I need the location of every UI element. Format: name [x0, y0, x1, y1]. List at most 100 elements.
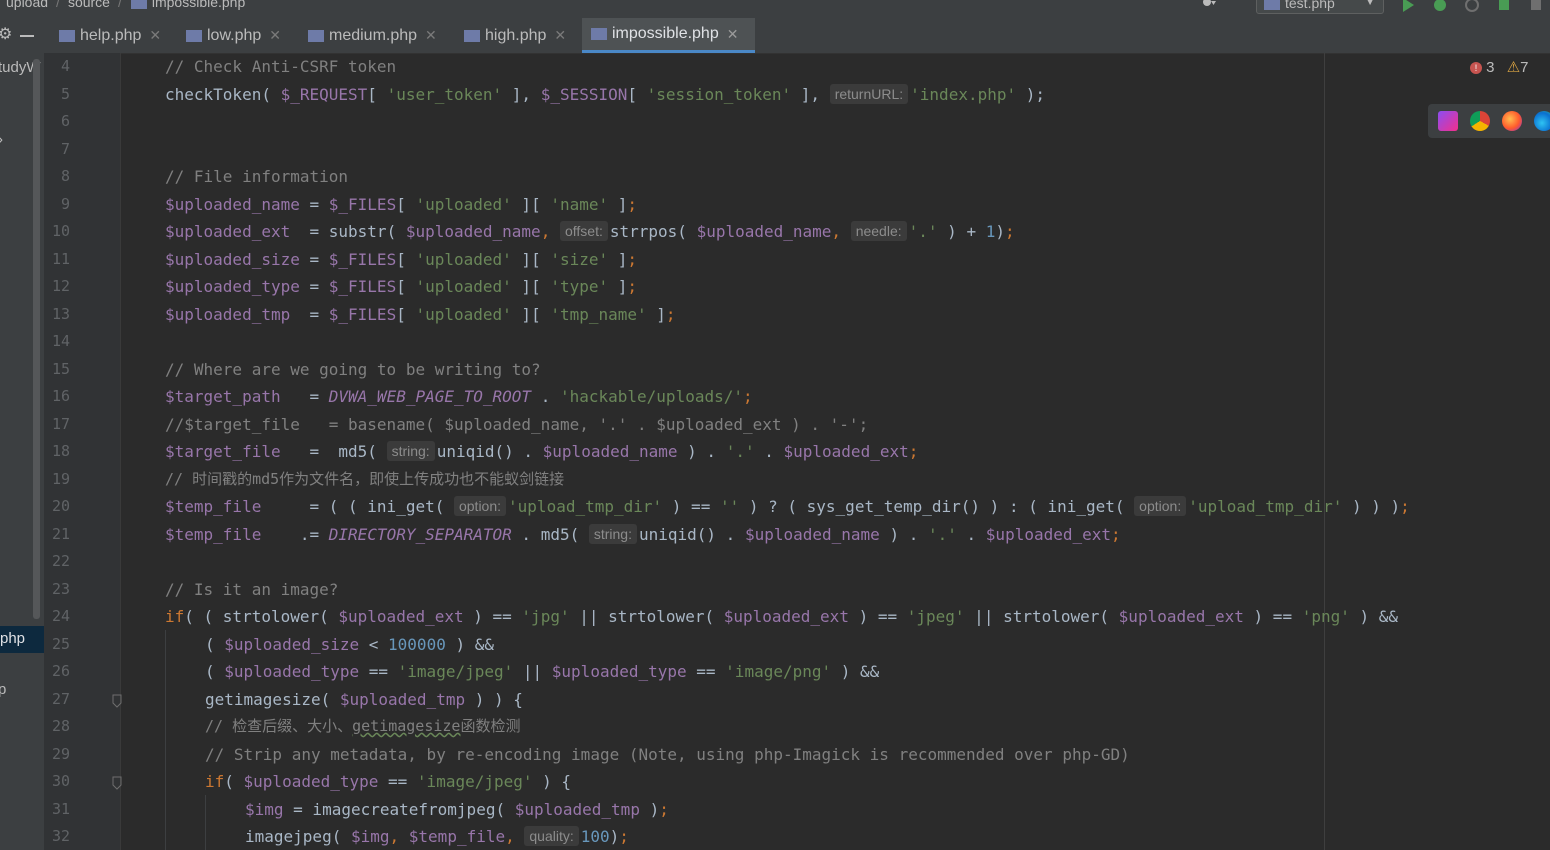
- code-token: $uploaded_name: [165, 194, 300, 214]
- profile-icon[interactable]: [1496, 0, 1512, 13]
- code-token: $uploaded_ext: [723, 607, 849, 626]
- code-token: $uploaded_size: [165, 249, 300, 269]
- chrome-icon[interactable]: [1470, 111, 1490, 131]
- code-token: ;: [1111, 524, 1121, 544]
- code-token: = imagecreatefromjpeg(: [283, 799, 515, 819]
- code-token: ==: [378, 772, 417, 791]
- code-token: ;: [627, 277, 638, 296]
- code-line-24: if( ( strtolower( $uploaded_ext ) == 'jp…: [165, 603, 1398, 630]
- code-token: $uploaded_name: [405, 222, 541, 241]
- code-line-26: ( $uploaded_type == 'image/jpeg' || $upl…: [205, 658, 879, 685]
- code-token: .: [956, 524, 986, 544]
- php-file-icon: [186, 29, 202, 42]
- code-token: $uploaded_tmp: [514, 799, 640, 819]
- php-file-icon: [464, 29, 480, 42]
- code-token: $uploaded_tmp: [339, 689, 466, 709]
- code-token: $target_file: [165, 442, 281, 461]
- chevron-right-icon[interactable]: ›: [0, 131, 3, 148]
- comment: 函数检测: [460, 717, 521, 735]
- code-token: ) .: [677, 442, 726, 461]
- close-icon[interactable]: ✕: [727, 26, 739, 43]
- firefox-icon[interactable]: [1502, 111, 1522, 131]
- code-line-11: $uploaded_size = $_FILES[ 'uploaded' ][ …: [165, 246, 637, 273]
- breadcrumb-item-source[interactable]: source: [68, 0, 110, 10]
- code-token: ==: [686, 662, 726, 681]
- code-token: (: [224, 772, 244, 791]
- error-count: 3: [1486, 59, 1495, 76]
- tab-low-php[interactable]: low.php ✕: [177, 18, 287, 53]
- code-line-16: $target_path = DVWA_WEB_PAGE_TO_ROOT . '…: [165, 383, 753, 410]
- tab-label: help.php: [80, 26, 142, 44]
- selected-tree-item[interactable]: php: [0, 626, 44, 653]
- coverage-icon[interactable]: [1464, 0, 1480, 13]
- line-number: 23: [51, 579, 70, 598]
- settings-icon[interactable]: ⚙: [0, 24, 12, 44]
- tab-high-php[interactable]: high.php ✕: [455, 18, 572, 53]
- line-number: 18: [51, 442, 70, 460]
- code-token: ) ) ): [1342, 497, 1401, 516]
- run-configuration-select[interactable]: test.php ▼: [1256, 0, 1384, 14]
- code-token: ],: [791, 84, 830, 104]
- project-panel: tudyW › php p: [0, 53, 44, 850]
- line-number: 28: [51, 717, 70, 735]
- line-number: 8: [60, 167, 70, 185]
- vcs-user-icon[interactable]: [1200, 0, 1216, 13]
- edge-icon[interactable]: [1534, 111, 1550, 131]
- php-file-icon: [591, 28, 607, 40]
- close-icon[interactable]: ✕: [554, 27, 566, 44]
- close-icon[interactable]: ✕: [269, 27, 281, 44]
- project-panel-scrollbar[interactable]: [33, 59, 40, 619]
- code-editor[interactable]: // Check Anti-CSRF token checkToken( $_R…: [121, 53, 1550, 850]
- tab-label: high.php: [485, 26, 547, 44]
- code-token: ;: [1400, 497, 1410, 516]
- code-token: 'jpeg': [906, 607, 965, 626]
- code-token: ,: [505, 827, 515, 846]
- close-icon[interactable]: ✕: [149, 27, 161, 44]
- code-token: <: [359, 634, 389, 654]
- parameter-hint: offset:: [559, 221, 608, 241]
- code-token: ,: [540, 222, 551, 241]
- phpstorm-icon[interactable]: [1438, 111, 1458, 131]
- line-number: 31: [51, 799, 70, 818]
- line-number-gutter[interactable]: 4 5 6 7 8 9 10 11 12 13 14 15 16 17 18 1…: [44, 53, 122, 850]
- run-icon[interactable]: [1400, 0, 1416, 13]
- code-token: ],: [502, 84, 541, 104]
- breadcrumb-item-upload[interactable]: upload: [6, 0, 48, 10]
- project-tree-item-2[interactable]: p: [0, 681, 6, 698]
- code-token: 1: [985, 222, 996, 241]
- code-token: (: [205, 634, 225, 654]
- code-token: [: [396, 249, 416, 269]
- code-line-32: imagejpeg( $img, $temp_file, quality: 100…: [245, 823, 629, 850]
- stop-icon[interactable]: [1528, 0, 1544, 13]
- tab-medium-php[interactable]: medium.php ✕: [299, 18, 443, 53]
- code-line-25: ( $uploaded_size < 100000 ) &&: [205, 631, 494, 658]
- breadcrumb-item-file[interactable]: impossible.php: [152, 0, 245, 10]
- line-number: 20: [51, 497, 70, 515]
- line-number: 30: [51, 772, 70, 790]
- code-token: 'uploaded': [415, 304, 512, 324]
- code-token: $uploaded_type: [243, 772, 379, 791]
- tab-impossible-php[interactable]: impossible.php ✕: [582, 18, 755, 53]
- line-number: 6: [60, 112, 70, 130]
- code-token: 100000: [388, 634, 446, 654]
- close-icon[interactable]: ✕: [425, 27, 437, 44]
- parameter-hint: option:: [1134, 496, 1187, 516]
- code-token: $_FILES: [328, 249, 397, 269]
- code-token: ;: [665, 304, 676, 324]
- run-configuration-label: test.php: [1285, 0, 1335, 11]
- tab-help-php[interactable]: help.php ✕: [50, 18, 167, 53]
- debug-icon[interactable]: [1432, 0, 1448, 13]
- code-token: = md5(: [280, 442, 387, 461]
- code-token: 'type': [550, 277, 609, 296]
- minimize-icon[interactable]: [20, 35, 34, 37]
- code-token: getimagesize(: [205, 689, 340, 709]
- code-line-30: if( $uploaded_type == 'image/jpeg' ) {: [205, 768, 571, 795]
- code-token: 'uploaded': [415, 249, 512, 269]
- inspection-widget[interactable]: ! 3 ⚠7: [1470, 58, 1528, 76]
- code-token: ][: [511, 249, 551, 269]
- parameter-hint: returnURL:: [829, 83, 909, 104]
- code-token: (: [205, 662, 225, 681]
- code-token: ,: [389, 827, 400, 846]
- code-token: strrpos(: [609, 222, 697, 241]
